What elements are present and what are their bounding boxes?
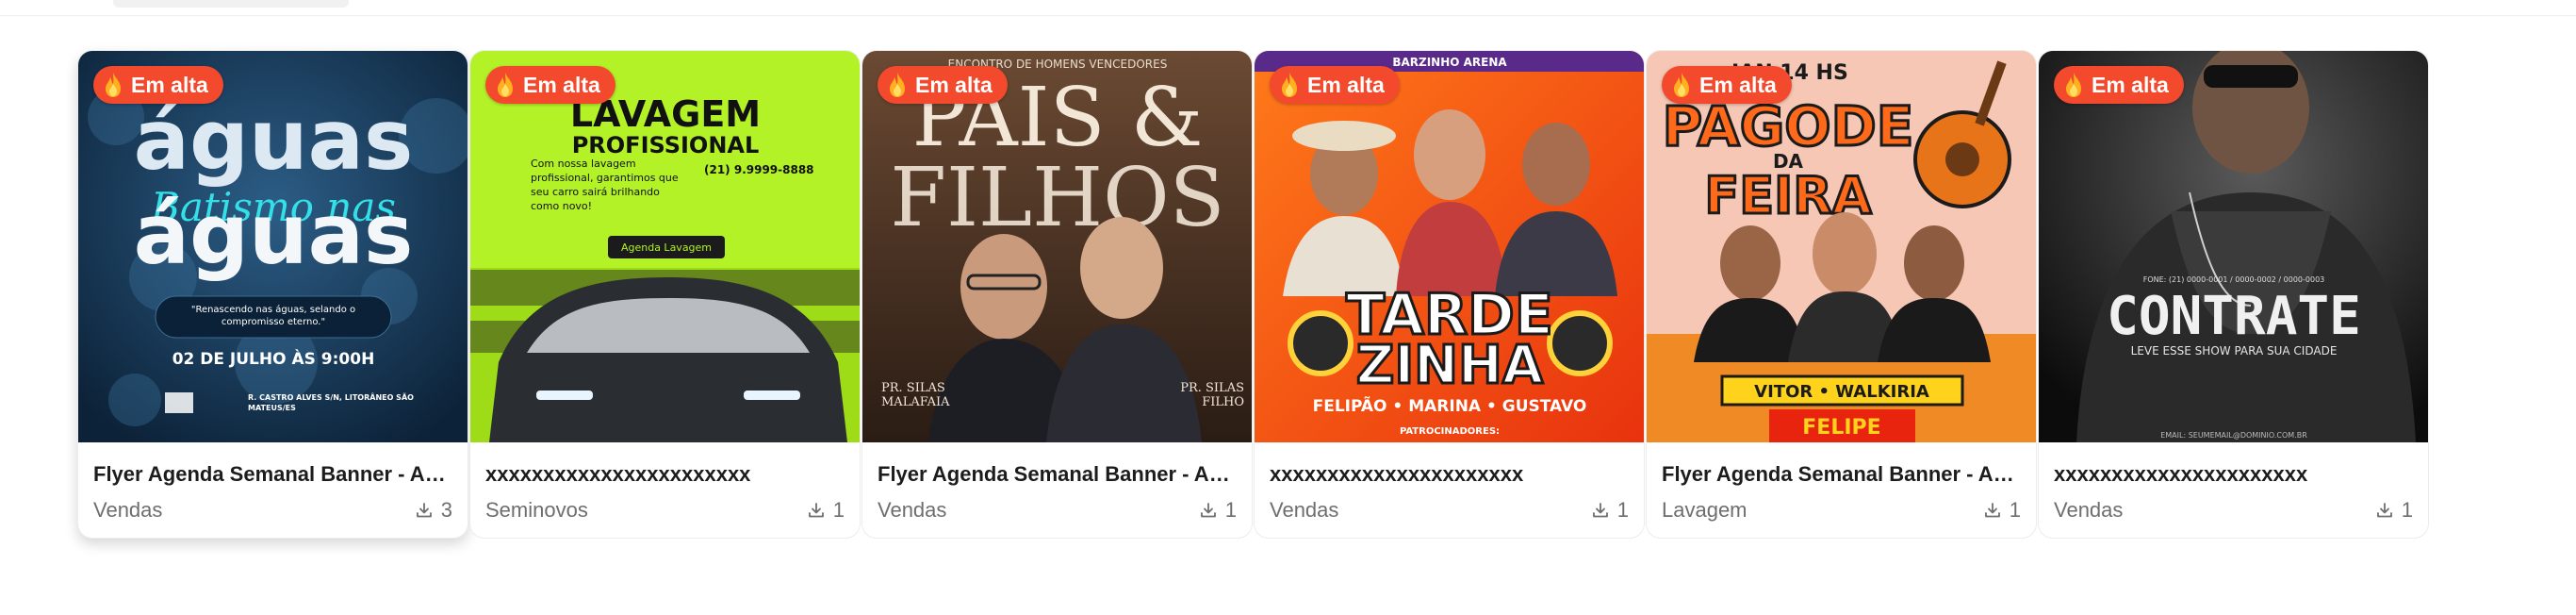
poster-line1: PAGODE bbox=[1663, 94, 1914, 158]
download-count: 1 bbox=[1983, 497, 2021, 524]
poster-lavagem: LAVAGEM PROFISSIONAL Com nossa lavagem p… bbox=[470, 51, 860, 442]
trending-badge-label: Em alta bbox=[1307, 72, 1385, 97]
poster-bottom: FELIPE bbox=[1802, 416, 1880, 440]
poster-names: VITOR • WALKIRIA bbox=[1754, 382, 1929, 402]
download-count-value: 1 bbox=[2009, 498, 2021, 522]
template-thumbnail[interactable]: JAN 14 HS PAGODE DA FEIRA VITOR • WALKIR… bbox=[1647, 51, 2036, 442]
trending-badge-label: Em alta bbox=[1699, 72, 1777, 97]
template-category: Seminovos bbox=[485, 498, 588, 522]
poster-phone: (21) 9.9999-8888 bbox=[704, 163, 814, 176]
download-icon bbox=[1984, 503, 2000, 518]
download-count: 1 bbox=[1591, 497, 1629, 524]
poster-pagode: JAN 14 HS PAGODE DA FEIRA VITOR • WALKIR… bbox=[1647, 51, 2036, 442]
download-count: 1 bbox=[1199, 497, 1237, 524]
template-card[interactable]: águas Batismo nas águas "Renascendo nas … bbox=[77, 50, 468, 539]
fire-icon bbox=[498, 73, 513, 97]
template-card[interactable]: LAVAGEM PROFISSIONAL Com nossa lavagem p… bbox=[469, 50, 861, 539]
poster-line2: FILHOS bbox=[890, 151, 1224, 245]
template-thumbnail[interactable]: BARZINHO ARENA TARDE ZINHA FELIPÃO • MAR… bbox=[1255, 51, 1644, 442]
download-count: 1 bbox=[807, 497, 845, 524]
template-card[interactable]: JAN 14 HS PAGODE DA FEIRA VITOR • WALKIR… bbox=[1646, 50, 2037, 539]
download-icon bbox=[1592, 503, 1608, 518]
poster-batismo: águas Batismo nas águas "Renascendo nas … bbox=[78, 51, 468, 442]
template-category: Lavagem bbox=[1662, 498, 1747, 522]
template-category: Vendas bbox=[2054, 498, 2124, 522]
download-count: 1 bbox=[2375, 497, 2413, 524]
fire-icon bbox=[890, 73, 905, 97]
template-thumbnail[interactable]: LAVAGEM PROFISSIONAL Com nossa lavagem p… bbox=[470, 51, 860, 442]
trending-badge: Em alta bbox=[878, 66, 1008, 104]
poster-line2: LEVE ESSE SHOW PARA SUA CIDADE bbox=[2131, 344, 2338, 357]
trending-badge-label: Em alta bbox=[131, 72, 208, 97]
poster-pais-filhos: ENCONTRO DE HOMENS VENCEDORES PAIS & FIL… bbox=[862, 51, 1252, 442]
trending-badge-label: Em alta bbox=[2092, 72, 2169, 97]
download-count-value: 1 bbox=[1224, 498, 1237, 522]
poster-line1: águas bbox=[134, 91, 414, 189]
trending-badge: Em alta bbox=[1270, 66, 1400, 104]
trending-badge-label: Em alta bbox=[915, 72, 993, 97]
poster-names: FELIPÃO • MARINA • GUSTAVO bbox=[1313, 394, 1587, 416]
template-thumbnail[interactable]: FONE: (21) 0000-0001 / 0000-0002 / 0000-… bbox=[2039, 51, 2428, 442]
template-card[interactable]: ENCONTRO DE HOMENS VENCEDORES PAIS & FIL… bbox=[861, 50, 1253, 539]
poster-body: Com nossa lavagem profissional, garantim… bbox=[531, 158, 679, 212]
download-icon bbox=[2376, 503, 2392, 518]
top-divider bbox=[0, 0, 2576, 16]
trending-badge: Em alta bbox=[2054, 66, 2184, 104]
template-thumbnail[interactable]: águas Batismo nas águas "Renascendo nas … bbox=[78, 51, 468, 442]
template-card-row: águas Batismo nas águas "Renascendo nas … bbox=[77, 50, 2430, 539]
trending-badge-label: Em alta bbox=[523, 72, 600, 97]
download-icon bbox=[1200, 503, 1216, 518]
poster-contrate: FONE: (21) 0000-0001 / 0000-0002 / 0000-… bbox=[2039, 51, 2428, 442]
template-category: Vendas bbox=[1270, 498, 1339, 522]
template-title[interactable]: Flyer Agenda Semanal Banner - Arte Editá… bbox=[878, 461, 1237, 488]
template-thumbnail[interactable]: ENCONTRO DE HOMENS VENCEDORES PAIS & FIL… bbox=[862, 51, 1252, 442]
fire-icon bbox=[1674, 73, 1689, 97]
poster-line2: águas bbox=[134, 186, 414, 283]
poster-line1: CONTRATE bbox=[2107, 286, 2361, 347]
template-category: Vendas bbox=[878, 498, 947, 522]
trending-badge: Em alta bbox=[485, 66, 615, 104]
poster-line2: PROFISSIONAL bbox=[572, 132, 760, 158]
download-icon bbox=[416, 503, 432, 518]
poster-quote: "Renascendo nas águas, selando o comprom… bbox=[190, 305, 356, 327]
template-title[interactable]: xxxxxxxxxxxxxxxxxxxxxxx bbox=[485, 461, 845, 488]
template-title[interactable]: Flyer Agenda Semanal Banner - Arte Editá… bbox=[93, 461, 452, 488]
template-card[interactable]: FONE: (21) 0000-0001 / 0000-0002 / 0000-… bbox=[2038, 50, 2429, 539]
download-count: 3 bbox=[415, 497, 452, 524]
section-heading-fragment bbox=[113, 0, 349, 8]
template-title[interactable]: xxxxxxxxxxxxxxxxxxxxxx bbox=[2054, 461, 2413, 488]
poster-top: BARZINHO ARENA bbox=[1392, 56, 1507, 69]
poster-date: 02 DE JULHO ÀS 9:00H bbox=[172, 348, 375, 369]
template-card[interactable]: BARZINHO ARENA TARDE ZINHA FELIPÃO • MAR… bbox=[1254, 50, 1645, 539]
poster-cta: Agenda Lavagem bbox=[621, 241, 712, 254]
template-category: Vendas bbox=[93, 498, 163, 522]
download-count-value: 1 bbox=[832, 498, 845, 522]
poster-sponsors: PATROCINADORES: bbox=[1400, 426, 1500, 437]
poster-name1: PR. SILAS MALAFAIA bbox=[881, 381, 950, 409]
fire-icon bbox=[2066, 73, 2081, 97]
poster-tardezinha: BARZINHO ARENA TARDE ZINHA FELIPÃO • MAR… bbox=[1255, 51, 1644, 442]
poster-address: R. CASTRO ALVES S/N, LITORÂNEO SÃO MATEU… bbox=[248, 393, 414, 412]
download-count-value: 1 bbox=[1616, 498, 1629, 522]
download-count-value: 3 bbox=[440, 498, 452, 522]
poster-phone: FONE: (21) 0000-0001 / 0000-0002 / 0000-… bbox=[2143, 275, 2325, 284]
download-count-value: 1 bbox=[2401, 498, 2413, 522]
poster-line2: ZINHA bbox=[1356, 335, 1544, 396]
fire-icon bbox=[1282, 73, 1297, 97]
template-title[interactable]: Flyer Agenda Semanal Banner - Arte Editá… bbox=[1662, 461, 2021, 488]
fire-icon bbox=[106, 73, 121, 97]
poster-name2: PR. SILAS FILHO bbox=[1180, 381, 1244, 409]
trending-badge: Em alta bbox=[93, 66, 223, 104]
download-icon bbox=[808, 503, 824, 518]
trending-badge: Em alta bbox=[1662, 66, 1792, 104]
template-title[interactable]: xxxxxxxxxxxxxxxxxxxxxx bbox=[1270, 461, 1629, 488]
poster-email: EMAIL: SEUMEMAIL@DOMINIO.COM.BR bbox=[2160, 431, 2307, 440]
